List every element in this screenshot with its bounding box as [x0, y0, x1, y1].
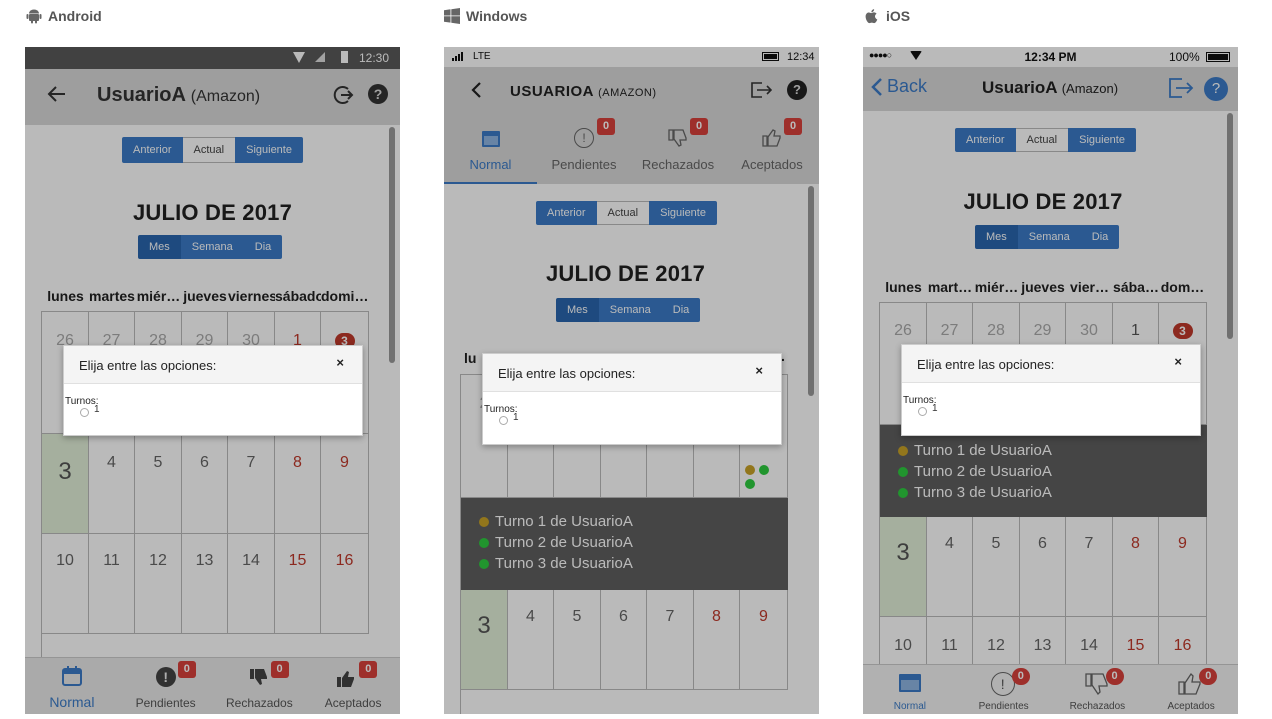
modal-header: Elija entre las opciones: × — [64, 346, 362, 384]
android-label: Android — [26, 8, 102, 24]
close-icon[interactable]: × — [336, 355, 344, 370]
windows-phone: LTE 12:34 USUARIOA (AMAZON) ? Normal ! 0… — [444, 47, 819, 714]
close-icon[interactable]: × — [1174, 354, 1182, 369]
modal-title: Elija entre las opciones: — [917, 357, 1055, 372]
radio-button[interactable] — [499, 416, 508, 425]
modal-header: Elija entre las opciones: × — [483, 354, 781, 392]
android-icon — [26, 9, 42, 24]
options-modal: Elija entre las opciones: × Turnos: 1 — [901, 344, 1201, 436]
ios-label: iOS — [864, 8, 910, 24]
turno-option[interactable]: 1 — [499, 412, 519, 425]
android-phone: 12:30 UsuarioA (Amazon) ? Anterior Actua… — [25, 47, 400, 714]
close-icon[interactable]: × — [755, 363, 763, 378]
modal-title: Elija entre las opciones: — [498, 366, 636, 381]
windows-icon — [444, 8, 460, 24]
windows-label: Windows — [444, 8, 527, 24]
options-modal: Elija entre las opciones: × Turnos: 1 — [482, 353, 782, 445]
modal-header: Elija entre las opciones: × — [902, 345, 1200, 383]
ios-phone: ●●●●○ 12:34 PM 100% Back UsuarioA (Amazo… — [863, 47, 1238, 714]
modal-title: Elija entre las opciones: — [79, 358, 217, 373]
radio-button[interactable] — [80, 408, 89, 417]
turno-option[interactable]: 1 — [918, 403, 938, 416]
radio-button[interactable] — [918, 407, 927, 416]
apple-icon — [865, 9, 878, 24]
options-modal: Elija entre las opciones: × Turnos: 1 — [63, 345, 363, 436]
turno-option[interactable]: 1 — [80, 404, 100, 417]
